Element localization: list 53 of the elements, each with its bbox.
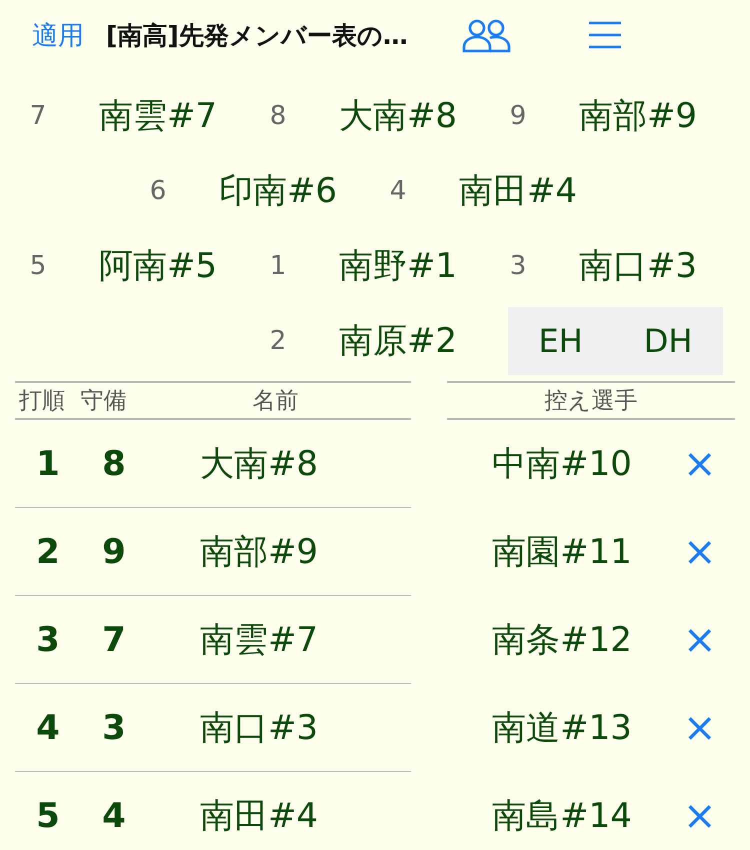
remove-button[interactable]: × [683,793,717,839]
position-number: 4 [388,176,408,206]
player-name[interactable]: 南雲#7 [76,92,240,138]
column-header: 名前 [251,387,300,416]
player-name[interactable]: 大南#8 [316,92,480,138]
player-name[interactable]: 南園#11 [447,529,677,575]
player-name[interactable]: 南田#4 [436,168,600,214]
player-name[interactable]: 南部#9 [147,528,371,574]
player-name[interactable]: 南道#13 [447,705,677,751]
position-number: 8 [101,444,127,484]
batting-order: 4 [35,708,61,748]
remove-button[interactable]: × [683,705,717,751]
position-number: 5 [28,250,48,280]
dh-option-button[interactable]: DH [638,320,698,360]
position-number: 4 [101,796,127,836]
player-name[interactable]: 南島#14 [447,793,677,839]
apply-button[interactable]: 適用 [32,18,84,52]
position-number: 7 [101,620,127,660]
position-number: 2 [268,326,288,356]
position-number: 6 [148,176,168,206]
column-header: 打順 [18,387,66,416]
position-number: 3 [508,250,528,280]
position-number: 8 [268,100,288,130]
batting-order: 5 [35,796,61,836]
player-name[interactable]: 南田#4 [147,792,371,838]
position-number: 9 [508,100,528,130]
remove-button[interactable]: × [683,529,717,575]
player-name[interactable]: 南原#2 [316,318,480,364]
batting-order: 3 [35,620,61,660]
player-name[interactable]: 大南#8 [147,440,371,486]
player-name[interactable]: 南雲#7 [147,616,371,662]
player-name[interactable]: 南口#3 [147,704,371,750]
column-header: 控え選手 [544,387,638,416]
player-name[interactable]: 南口#3 [556,242,720,288]
dh-option-button[interactable]: EH [532,320,589,360]
position-number: 3 [101,708,127,748]
remove-button[interactable]: × [683,441,717,487]
menu-icon[interactable] [588,20,622,50]
player-name[interactable]: 南条#12 [447,617,677,663]
position-number: 9 [101,532,127,572]
remove-button[interactable]: × [683,617,717,663]
position-number: 7 [28,100,48,130]
position-number: 1 [268,250,288,280]
player-name[interactable]: 印南#6 [196,168,360,214]
player-name[interactable]: 南野#1 [316,242,480,288]
batting-order: 1 [35,444,61,484]
player-name[interactable]: 中南#10 [447,441,677,487]
screen-title: [南高]先発メンバー表の… [106,20,408,52]
player-name[interactable]: 南部#9 [556,92,720,138]
batting-order: 2 [35,532,61,572]
people-icon[interactable] [462,17,512,53]
column-header: 守備 [80,387,128,416]
player-name[interactable]: 阿南#5 [76,242,240,288]
